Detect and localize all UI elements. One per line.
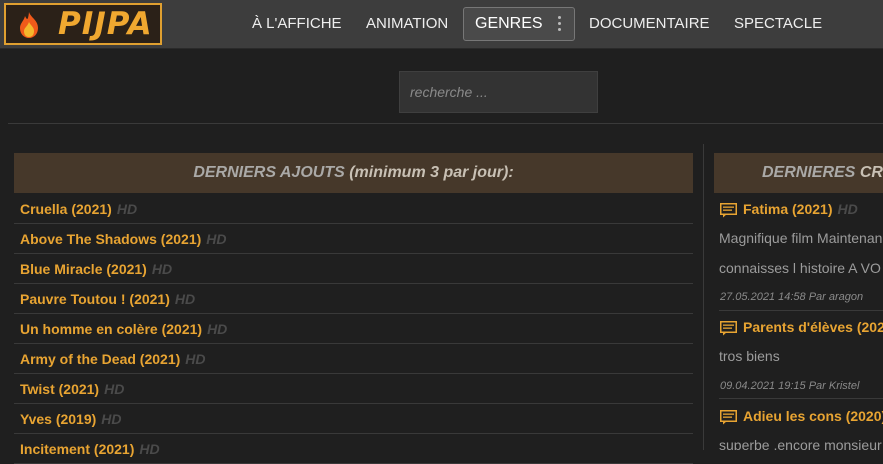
- genres-dropdown-button[interactable]: GENRES: [463, 7, 575, 41]
- top-navigation-bar: PIJPA À L'AFFICHE ANIMATION GENRES DOCUM…: [0, 0, 883, 49]
- comment-meta: 27.05.2021 14:58 Par aragon: [720, 291, 864, 303]
- latest-heading-main: DERNIERS AJOUTS: [193, 164, 345, 181]
- hd-badge: HD: [151, 261, 173, 277]
- hd-badge: HD: [185, 351, 206, 367]
- column-divider: [703, 144, 704, 450]
- divider: [8, 123, 883, 124]
- hd-badge: HD: [206, 231, 227, 247]
- hd-badge: HD: [174, 291, 196, 307]
- divider: [719, 398, 883, 399]
- list-item[interactable]: Blue Miracle (2021) HD: [14, 254, 693, 284]
- comment-movie-link[interactable]: Parents d'élèves (202: [743, 319, 883, 335]
- comment-movie-link[interactable]: Fatima (2021) HD: [743, 201, 858, 217]
- comment-icon: [720, 410, 737, 425]
- comment-movie-link[interactable]: Adieu les cons (2020): [743, 408, 883, 424]
- hd-badge: HD: [837, 201, 858, 217]
- genres-label: GENRES: [475, 15, 543, 32]
- list-item[interactable]: Above The Shadows (2021) HD: [14, 224, 693, 254]
- search-input[interactable]: [399, 71, 598, 113]
- list-item[interactable]: Cruella (2021) HD: [14, 194, 693, 224]
- movie-link[interactable]: Incitement (2021) HD: [20, 441, 160, 457]
- comment-icon: [720, 203, 737, 218]
- list-item[interactable]: Un homme en colère (2021) HD: [14, 314, 693, 344]
- comment-meta: 09.04.2021 19:15 Par Kristel: [720, 380, 860, 392]
- latest-additions-heading: DERNIERS AJOUTS (minimum 3 par jour):: [14, 153, 693, 193]
- hd-badge: HD: [139, 441, 160, 457]
- latest-comments-list: Fatima (2021) HD Magnifique film Maintena…: [719, 194, 883, 450]
- list-item[interactable]: Army of the Dead (2021) HD: [14, 344, 693, 374]
- nav-documentaire[interactable]: DOCUMENTAIRE: [589, 15, 710, 32]
- more-vertical-icon: [558, 16, 562, 33]
- list-item[interactable]: Yves (2019) HD: [14, 404, 693, 434]
- movie-link[interactable]: Cruella (2021) HD: [20, 201, 137, 217]
- list-item[interactable]: Incitement (2021) HD: [14, 434, 693, 464]
- comment-text-line: tros biens: [719, 348, 780, 364]
- movie-link[interactable]: Army of the Dead (2021) HD: [20, 351, 206, 367]
- latest-additions-list: Cruella (2021) HD Above The Shadows (2021…: [14, 194, 693, 464]
- comments-heading-main: DERNIERES: [762, 164, 856, 181]
- divider: [719, 310, 883, 311]
- nav-animation[interactable]: ANIMATION: [366, 15, 448, 32]
- comment-text-line: connaisses l histoire A VO: [719, 260, 881, 276]
- movie-link[interactable]: Un homme en colère (2021) HD: [20, 321, 227, 337]
- comment-text-line: Magnifique film Maintenan: [719, 230, 883, 246]
- flame-icon: [20, 12, 38, 38]
- list-item[interactable]: Pauvre Toutou ! (2021) HD: [14, 284, 693, 314]
- comments-heading-rest: CR: [859, 164, 883, 181]
- movie-link[interactable]: Above The Shadows (2021) HD: [20, 231, 227, 247]
- movie-link[interactable]: Pauvre Toutou ! (2021) HD: [20, 291, 195, 307]
- site-logo[interactable]: PIJPA: [4, 3, 162, 45]
- list-item[interactable]: Twist (2021) HD: [14, 374, 693, 404]
- movie-link[interactable]: Twist (2021) HD: [20, 381, 124, 397]
- hd-badge: HD: [104, 381, 125, 397]
- logo-text: PIJPA: [58, 6, 153, 42]
- hd-badge: HD: [207, 321, 228, 337]
- latest-heading-note: (minimum 3 par jour):: [349, 164, 514, 181]
- movie-link[interactable]: Yves (2019) HD: [20, 411, 122, 427]
- nav-a-l-affiche[interactable]: À L'AFFICHE: [252, 15, 342, 32]
- hd-badge: HD: [101, 411, 122, 427]
- latest-comments-heading: DERNIERES CR: [714, 153, 883, 193]
- comment-text-line: superbe ,encore monsieur: [719, 437, 882, 450]
- movie-link[interactable]: Blue Miracle (2021) HD: [20, 261, 172, 277]
- hd-badge: HD: [116, 201, 138, 217]
- nav-spectacle[interactable]: SPECTACLE: [734, 15, 822, 32]
- comment-icon: [720, 321, 737, 336]
